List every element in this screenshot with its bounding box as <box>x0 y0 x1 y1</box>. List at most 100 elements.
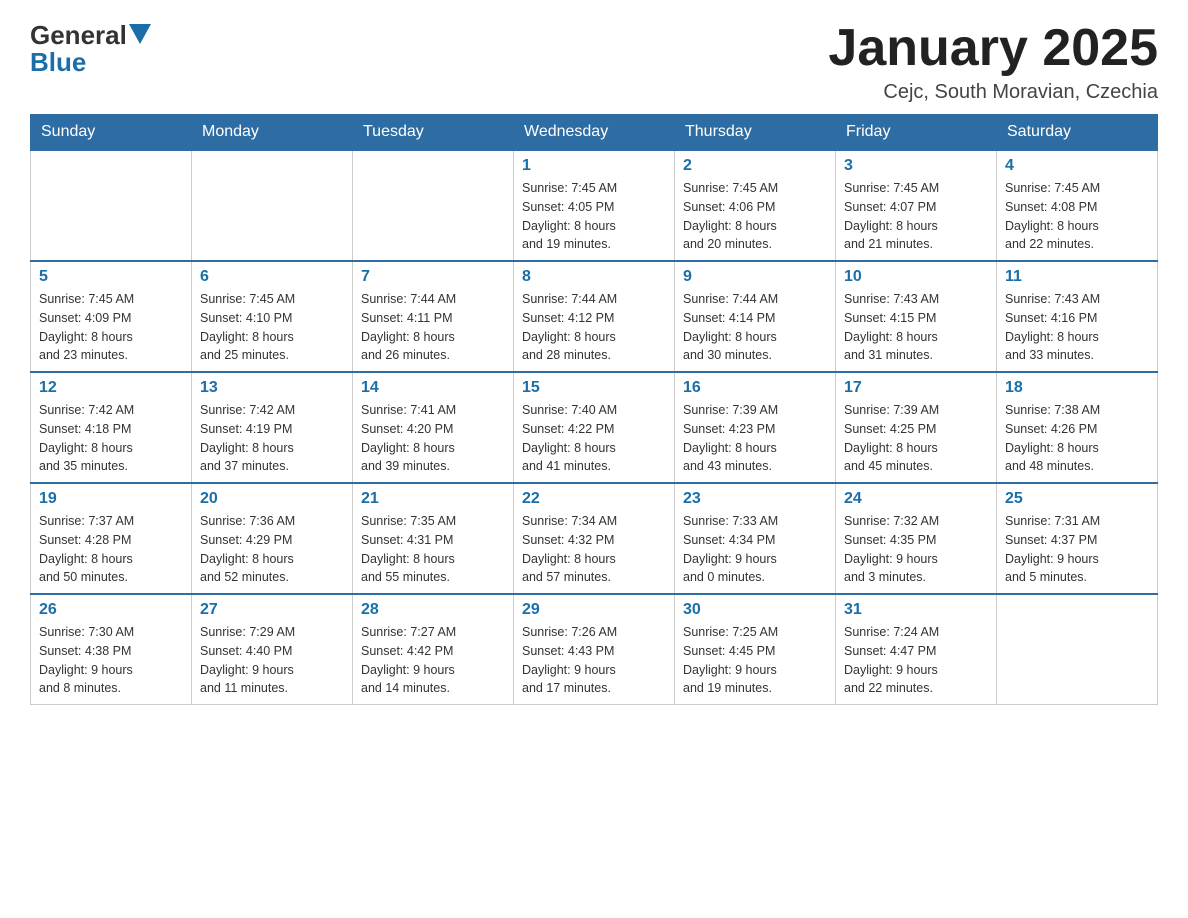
day-number: 1 <box>522 157 666 175</box>
calendar-title: January 2025 <box>828 20 1158 77</box>
table-row: 25Sunrise: 7:31 AMSunset: 4:37 PMDayligh… <box>997 483 1158 594</box>
day-info: Sunrise: 7:32 AMSunset: 4:35 PMDaylight:… <box>844 512 988 587</box>
table-row <box>31 150 192 261</box>
logo-triangle-icon <box>129 24 151 44</box>
day-info: Sunrise: 7:29 AMSunset: 4:40 PMDaylight:… <box>200 623 344 698</box>
table-row: 15Sunrise: 7:40 AMSunset: 4:22 PMDayligh… <box>514 372 675 483</box>
day-info: Sunrise: 7:42 AMSunset: 4:19 PMDaylight:… <box>200 401 344 476</box>
day-info: Sunrise: 7:45 AMSunset: 4:10 PMDaylight:… <box>200 290 344 365</box>
table-row: 12 Sunrise: 7:42 AMSunset: 4:18 PMDayligh… <box>31 372 192 483</box>
table-row: 5 Sunrise: 7:45 AMSunset: 4:09 PMDaylight… <box>31 261 192 372</box>
col-tuesday: Tuesday <box>353 115 514 151</box>
week-row: 1 Sunrise: 7:45 AMSunset: 4:05 PMDaylight… <box>31 150 1158 261</box>
title-block: January 2025 Cejc, South Moravian, Czech… <box>828 20 1158 104</box>
day-number: 3 <box>844 157 988 175</box>
day-info: Sunrise: 7:35 AMSunset: 4:31 PMDaylight:… <box>361 512 505 587</box>
table-row: 2 Sunrise: 7:45 AMSunset: 4:06 PMDaylight… <box>675 150 836 261</box>
day-info: Sunrise: 7:24 AMSunset: 4:47 PMDaylight:… <box>844 623 988 698</box>
col-monday: Monday <box>192 115 353 151</box>
day-number: 28 <box>361 601 505 619</box>
week-row: 19 Sunrise: 7:37 AMSunset: 4:28 PMDayligh… <box>31 483 1158 594</box>
table-row: 20 Sunrise: 7:36 AMSunset: 4:29 PMDayligh… <box>192 483 353 594</box>
day-number: 23 <box>683 490 827 508</box>
day-info: Sunrise: 7:44 AMSunset: 4:14 PMDaylight:… <box>683 290 827 365</box>
week-row: 5 Sunrise: 7:45 AMSunset: 4:09 PMDaylight… <box>31 261 1158 372</box>
day-number: 5 <box>39 268 183 286</box>
table-row: 28 Sunrise: 7:27 AMSunset: 4:42 PMDayligh… <box>353 594 514 705</box>
table-row: 27 Sunrise: 7:29 AMSunset: 4:40 PMDayligh… <box>192 594 353 705</box>
day-number: 25 <box>1005 490 1149 508</box>
day-info: Sunrise: 7:43 AMSunset: 4:16 PMDaylight:… <box>1005 290 1149 365</box>
table-row <box>353 150 514 261</box>
day-info: Sunrise: 7:45 AMSunset: 4:06 PMDaylight:… <box>683 179 827 254</box>
day-number: 17 <box>844 379 988 397</box>
day-info: Sunrise: 7:45 AMSunset: 4:08 PMDaylight:… <box>1005 179 1149 254</box>
logo: General Blue <box>30 20 151 78</box>
table-row: 21Sunrise: 7:35 AMSunset: 4:31 PMDayligh… <box>353 483 514 594</box>
day-info: Sunrise: 7:36 AMSunset: 4:29 PMDaylight:… <box>200 512 344 587</box>
day-number: 2 <box>683 157 827 175</box>
table-row: 26 Sunrise: 7:30 AMSunset: 4:38 PMDayligh… <box>31 594 192 705</box>
week-row: 12 Sunrise: 7:42 AMSunset: 4:18 PMDayligh… <box>31 372 1158 483</box>
table-row: 16Sunrise: 7:39 AMSunset: 4:23 PMDayligh… <box>675 372 836 483</box>
day-number: 19 <box>39 490 183 508</box>
day-number: 9 <box>683 268 827 286</box>
day-info: Sunrise: 7:45 AMSunset: 4:07 PMDaylight:… <box>844 179 988 254</box>
day-info: Sunrise: 7:45 AMSunset: 4:05 PMDaylight:… <box>522 179 666 254</box>
table-row: 30Sunrise: 7:25 AMSunset: 4:45 PMDayligh… <box>675 594 836 705</box>
day-number: 27 <box>200 601 344 619</box>
col-thursday: Thursday <box>675 115 836 151</box>
day-number: 16 <box>683 379 827 397</box>
day-info: Sunrise: 7:25 AMSunset: 4:45 PMDaylight:… <box>683 623 827 698</box>
day-info: Sunrise: 7:45 AMSunset: 4:09 PMDaylight:… <box>39 290 183 365</box>
col-saturday: Saturday <box>997 115 1158 151</box>
table-row: 7Sunrise: 7:44 AMSunset: 4:11 PMDaylight… <box>353 261 514 372</box>
day-info: Sunrise: 7:41 AMSunset: 4:20 PMDaylight:… <box>361 401 505 476</box>
day-number: 10 <box>844 268 988 286</box>
day-info: Sunrise: 7:26 AMSunset: 4:43 PMDaylight:… <box>522 623 666 698</box>
day-info: Sunrise: 7:39 AMSunset: 4:25 PMDaylight:… <box>844 401 988 476</box>
day-number: 24 <box>844 490 988 508</box>
day-number: 13 <box>200 379 344 397</box>
table-row: 18Sunrise: 7:38 AMSunset: 4:26 PMDayligh… <box>997 372 1158 483</box>
page-header: General Blue January 2025 Cejc, South Mo… <box>30 20 1158 104</box>
day-info: Sunrise: 7:37 AMSunset: 4:28 PMDaylight:… <box>39 512 183 587</box>
table-row: 24 Sunrise: 7:32 AMSunset: 4:35 PMDayligh… <box>836 483 997 594</box>
col-sunday: Sunday <box>31 115 192 151</box>
col-wednesday: Wednesday <box>514 115 675 151</box>
table-row: 11 Sunrise: 7:43 AMSunset: 4:16 PMDayligh… <box>997 261 1158 372</box>
day-number: 12 <box>39 379 183 397</box>
table-row <box>192 150 353 261</box>
table-row: 1 Sunrise: 7:45 AMSunset: 4:05 PMDaylight… <box>514 150 675 261</box>
day-number: 20 <box>200 490 344 508</box>
table-row: 14Sunrise: 7:41 AMSunset: 4:20 PMDayligh… <box>353 372 514 483</box>
calendar-header-row: Sunday Monday Tuesday Wednesday Thursday… <box>31 115 1158 151</box>
day-number: 8 <box>522 268 666 286</box>
table-row: 4Sunrise: 7:45 AMSunset: 4:08 PMDaylight… <box>997 150 1158 261</box>
day-number: 6 <box>200 268 344 286</box>
table-row: 8Sunrise: 7:44 AMSunset: 4:12 PMDaylight… <box>514 261 675 372</box>
day-info: Sunrise: 7:30 AMSunset: 4:38 PMDaylight:… <box>39 623 183 698</box>
table-row: 23 Sunrise: 7:33 AMSunset: 4:34 PMDayligh… <box>675 483 836 594</box>
day-number: 29 <box>522 601 666 619</box>
day-info: Sunrise: 7:27 AMSunset: 4:42 PMDaylight:… <box>361 623 505 698</box>
table-row: 10 Sunrise: 7:43 AMSunset: 4:15 PMDayligh… <box>836 261 997 372</box>
logo-blue: Blue <box>30 47 151 78</box>
table-row: 9 Sunrise: 7:44 AMSunset: 4:14 PMDaylight… <box>675 261 836 372</box>
day-info: Sunrise: 7:43 AMSunset: 4:15 PMDaylight:… <box>844 290 988 365</box>
day-info: Sunrise: 7:33 AMSunset: 4:34 PMDaylight:… <box>683 512 827 587</box>
day-number: 26 <box>39 601 183 619</box>
day-number: 11 <box>1005 268 1149 286</box>
table-row: 22Sunrise: 7:34 AMSunset: 4:32 PMDayligh… <box>514 483 675 594</box>
table-row <box>997 594 1158 705</box>
day-info: Sunrise: 7:42 AMSunset: 4:18 PMDaylight:… <box>39 401 183 476</box>
day-number: 7 <box>361 268 505 286</box>
table-row: 31 Sunrise: 7:24 AMSunset: 4:47 PMDayligh… <box>836 594 997 705</box>
calendar-table: Sunday Monday Tuesday Wednesday Thursday… <box>30 114 1158 705</box>
table-row: 17 Sunrise: 7:39 AMSunset: 4:25 PMDayligh… <box>836 372 997 483</box>
day-info: Sunrise: 7:34 AMSunset: 4:32 PMDaylight:… <box>522 512 666 587</box>
day-info: Sunrise: 7:38 AMSunset: 4:26 PMDaylight:… <box>1005 401 1149 476</box>
table-row: 6 Sunrise: 7:45 AMSunset: 4:10 PMDaylight… <box>192 261 353 372</box>
day-number: 31 <box>844 601 988 619</box>
week-row: 26 Sunrise: 7:30 AMSunset: 4:38 PMDayligh… <box>31 594 1158 705</box>
